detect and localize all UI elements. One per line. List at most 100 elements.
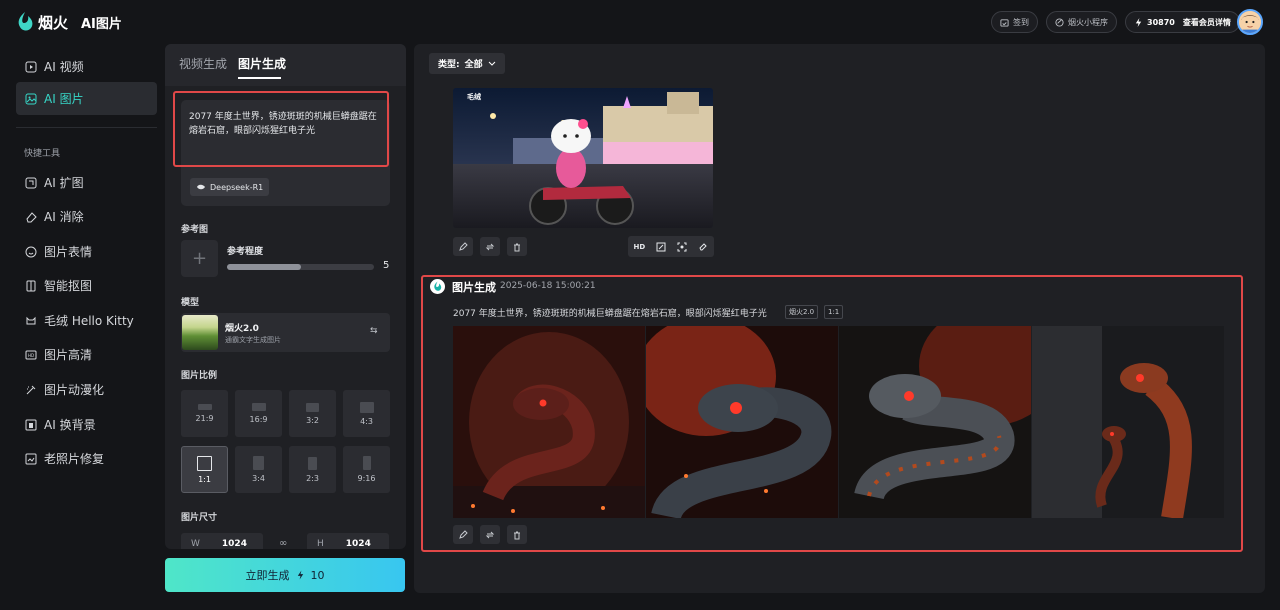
model-thumbnail [182, 315, 218, 350]
sidebar-item-smart-cutout[interactable]: 智能抠图 [16, 269, 157, 302]
add-reference-button[interactable]: + [181, 240, 218, 277]
sidebar-item-label: AI 图片 [44, 92, 84, 106]
height-value: 1024 [345, 539, 371, 549]
prompt-highlight-box [173, 91, 389, 167]
tab-video-generation[interactable]: 视频生成 [179, 55, 227, 72]
generate-label: 立即生成 [245, 569, 290, 582]
sidebar-item-plush-kitty[interactable]: 毛绒 Hello Kitty [16, 304, 157, 337]
eraser-icon[interactable] [698, 242, 708, 252]
generate-button[interactable]: 立即生成 10 [165, 558, 405, 592]
result-image-2[interactable] [646, 326, 838, 518]
refresh-icon [485, 531, 495, 538]
sidebar-item-label: AI 扩图 [44, 176, 84, 190]
ratio-2-3[interactable]: 2:3 [289, 446, 336, 493]
sidebar-item-anime[interactable]: 图片动漫化 [16, 373, 157, 406]
whale-icon [197, 184, 205, 190]
sidebar-item-ai-image[interactable]: AI 图片 [16, 82, 157, 115]
type-filter-label: 类型: [438, 60, 460, 70]
snake-illustration [839, 326, 1031, 518]
image-tag: 毛绒 [467, 93, 481, 101]
sidebar-item-label: AI 换背景 [44, 418, 96, 432]
snake-illustration [646, 326, 838, 518]
generation-timestamp: 2025-06-18 15:00:21 [500, 281, 596, 291]
generate-cost: 10 [310, 568, 325, 582]
regenerate-button[interactable] [480, 525, 500, 544]
width-value: 1024 [221, 539, 247, 549]
height-input[interactable]: H 1024 [307, 533, 389, 549]
ratio-label: 1:1 [198, 474, 211, 484]
regenerate-button[interactable] [480, 237, 500, 256]
ratio-shape [197, 404, 212, 410]
generation-panel: 视频生成 图片生成 2077 年度土世界，锈迹斑斑的机械巨蟒盘踞在熔岩石窟，眼部… [165, 44, 406, 549]
model-selector[interactable]: 烟火2.0 通霸文字生成图片 ⇆ [181, 313, 390, 352]
svg-text:HD: HD [28, 353, 34, 358]
scan-icon[interactable] [677, 242, 687, 252]
result-image-3[interactable] [839, 326, 1031, 518]
member-button[interactable]: 30870 查看会员详情 [1125, 11, 1240, 33]
ratio-3-2[interactable]: 3:2 [289, 390, 336, 437]
reference-strength-value: 5 [383, 260, 390, 271]
result-image-1[interactable] [453, 326, 645, 518]
sidebar-item-image-emoji[interactable]: 图片表情 [16, 235, 157, 268]
panel-tabs: 视频生成 图片生成 [165, 44, 406, 86]
smile-icon [25, 246, 37, 257]
link-icon[interactable]: ∞ [279, 538, 287, 549]
deepseek-button[interactable]: Deepseek-R1 [190, 178, 270, 196]
snake-illustration [453, 326, 645, 518]
sidebar-item-label: 智能抠图 [44, 279, 93, 293]
type-filter-dropdown[interactable]: 类型: 全部 [429, 53, 505, 74]
ratio-4-3[interactable]: 4:3 [343, 390, 390, 437]
height-label: H [317, 539, 324, 549]
type-filter-value: 全部 [464, 60, 483, 70]
miniprogram-icon [1055, 17, 1064, 27]
header: 烟火 AI图片 签到 烟火小程序 30870 查看会员详情 [0, 0, 1280, 44]
sidebar-item-ai-erase[interactable]: AI 消除 [16, 200, 157, 233]
ratio-label: 9:16 [357, 474, 376, 483]
sidebar-item-change-background[interactable]: AI 换背景 [16, 408, 157, 441]
active-tab-indicator [238, 77, 281, 79]
sidebar-item-photo-repair[interactable]: 老照片修复 [16, 442, 157, 475]
edit-button[interactable] [453, 237, 473, 256]
cutout-icon [26, 280, 36, 291]
expand-icon[interactable] [656, 242, 666, 252]
ratio-shape [197, 455, 212, 471]
pencil-icon [459, 529, 468, 539]
ratio-shape [362, 456, 371, 470]
miniprogram-button[interactable]: 烟火小程序 [1046, 11, 1117, 33]
lightning-icon [297, 570, 303, 580]
tab-image-generation[interactable]: 图片生成 [238, 55, 286, 72]
ratio-9-16[interactable]: 9:16 [343, 446, 390, 493]
sidebar-item-ai-video[interactable]: AI 视频 [16, 50, 157, 83]
trash-icon [514, 243, 520, 251]
results-area: 类型: 全部 毛绒 HD 图片生成 2025-06-18 15:00:21 20… [414, 44, 1265, 593]
ratio-badge: 1:1 [824, 305, 844, 319]
hd-icon: HD [25, 350, 37, 359]
sidebar-item-image-hd[interactable]: HD 图片高清 [16, 338, 157, 371]
logo-text: 烟火 [38, 14, 69, 32]
edit-button[interactable] [453, 525, 473, 544]
checkin-button[interactable]: 签到 [991, 11, 1038, 33]
reference-strength-slider[interactable] [227, 264, 374, 270]
delete-button[interactable] [507, 237, 527, 256]
sidebar-item-label: 图片高清 [44, 348, 93, 362]
generation-logo-icon [430, 279, 445, 294]
image-tool-group: HD [628, 236, 714, 257]
ratio-1-1[interactable]: 1:1 [181, 446, 228, 493]
width-input[interactable]: W 1024 [181, 533, 263, 549]
ratio-16-9[interactable]: 16:9 [235, 390, 282, 437]
avatar[interactable] [1237, 9, 1263, 35]
ratio-21-9[interactable]: 21:9 [181, 390, 228, 437]
result-image-4[interactable] [1032, 326, 1224, 518]
generation-prompt: 2077 年度土世界，锈迹斑斑的机械巨蟒盘踞在熔岩石窟，眼部闪烁猩红电子光 [453, 309, 767, 319]
swap-icon[interactable]: ⇆ [370, 326, 378, 336]
kitty-motorcycle-image[interactable]: 毛绒 [453, 88, 713, 228]
snake-illustration [1032, 326, 1224, 518]
lightning-icon [1135, 17, 1142, 27]
delete-button[interactable] [507, 525, 527, 544]
hd-button[interactable]: HD [634, 243, 646, 251]
sidebar-item-ai-expand[interactable]: AI 扩图 [16, 166, 157, 199]
ratio-3-4[interactable]: 3:4 [235, 446, 282, 493]
tools-section-title: 快捷工具 [24, 149, 61, 159]
credits-count: 30870 [1147, 17, 1175, 27]
ratio-label: 3:4 [252, 474, 265, 483]
